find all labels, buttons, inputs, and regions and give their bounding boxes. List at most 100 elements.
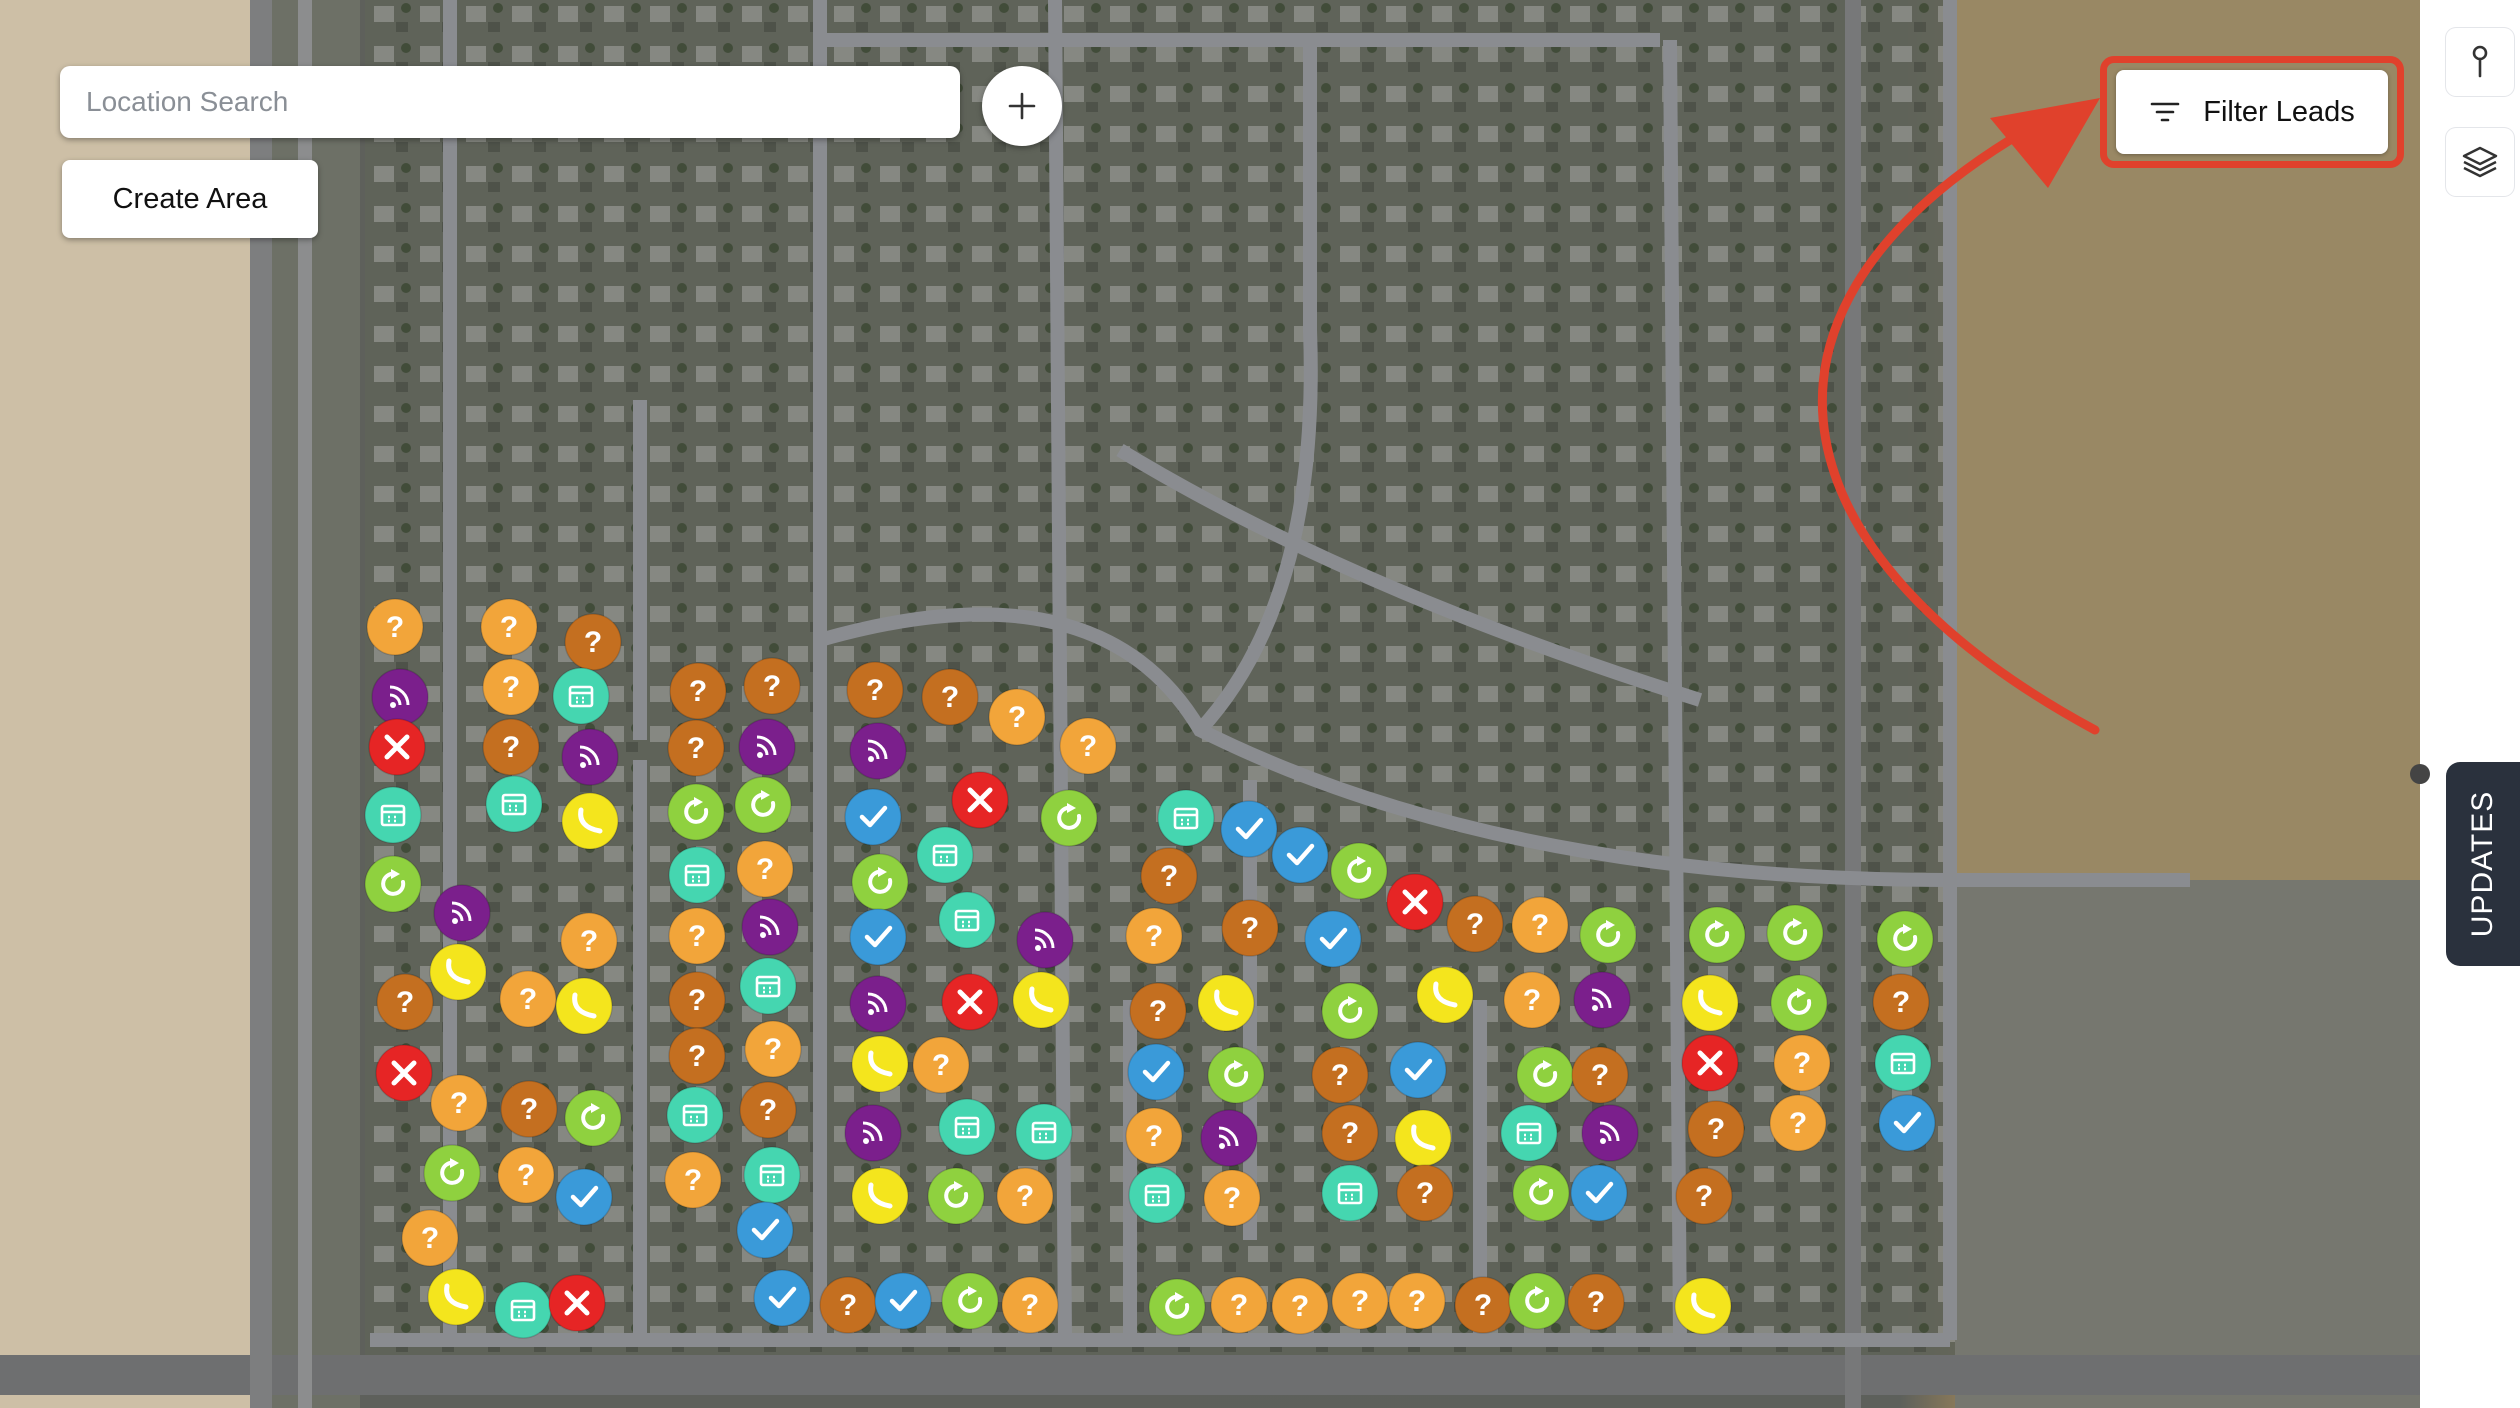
lead-marker-unknown[interactable]: ? bbox=[1388, 1272, 1446, 1330]
lead-marker-unknown-dark[interactable]: ? bbox=[669, 662, 727, 720]
lead-marker-not-home[interactable] bbox=[844, 1104, 902, 1162]
lead-marker-not-home[interactable] bbox=[738, 718, 796, 776]
lead-marker-unknown-dark[interactable]: ? bbox=[500, 1080, 558, 1138]
lead-marker-unknown-dark[interactable]: ? bbox=[1221, 899, 1279, 957]
lead-marker-done[interactable] bbox=[1271, 826, 1329, 884]
lead-marker-callback[interactable] bbox=[927, 1167, 985, 1225]
lead-marker-unknown[interactable]: ? bbox=[1059, 717, 1117, 775]
lead-marker-not-home[interactable] bbox=[741, 898, 799, 956]
lead-marker-done[interactable] bbox=[1878, 1094, 1936, 1152]
lead-marker-appointment[interactable] bbox=[1874, 1034, 1932, 1092]
lead-marker-unknown[interactable]: ? bbox=[736, 840, 794, 898]
lead-marker-unknown[interactable]: ? bbox=[744, 1020, 802, 1078]
lead-marker-unknown[interactable]: ? bbox=[1503, 971, 1561, 1029]
layers-button[interactable] bbox=[2446, 128, 2514, 196]
lead-marker-unknown[interactable]: ? bbox=[1271, 1277, 1329, 1335]
lead-marker-appointment[interactable] bbox=[743, 1146, 801, 1204]
lead-marker-phone[interactable] bbox=[1681, 974, 1739, 1032]
lead-marker-appointment[interactable] bbox=[938, 1098, 996, 1156]
lead-marker-not-home[interactable] bbox=[371, 668, 429, 726]
lead-marker-unknown-dark[interactable]: ? bbox=[846, 661, 904, 719]
lead-marker-phone[interactable] bbox=[555, 977, 613, 1035]
lead-marker-callback[interactable] bbox=[1766, 904, 1824, 962]
lead-marker-unknown-dark[interactable]: ? bbox=[1567, 1273, 1625, 1331]
filter-leads-button[interactable]: Filter Leads bbox=[2116, 70, 2388, 154]
lead-marker-unknown[interactable]: ? bbox=[430, 1074, 488, 1132]
lead-marker-unknown[interactable]: ? bbox=[1125, 1107, 1183, 1165]
lead-marker-unknown-dark[interactable]: ? bbox=[1571, 1046, 1629, 1104]
lead-marker-unknown[interactable]: ? bbox=[401, 1209, 459, 1267]
lead-marker-done[interactable] bbox=[1570, 1164, 1628, 1222]
lead-marker-done[interactable] bbox=[1220, 800, 1278, 858]
lead-marker-appointment[interactable] bbox=[364, 786, 422, 844]
lead-marker-callback[interactable] bbox=[1040, 789, 1098, 847]
lead-marker-callback[interactable] bbox=[1512, 1164, 1570, 1222]
lead-marker-unknown-dark[interactable]: ? bbox=[1446, 895, 1504, 953]
updates-tab[interactable]: UPDATES bbox=[2446, 762, 2520, 966]
lead-marker-appointment[interactable] bbox=[552, 667, 610, 725]
location-search-box[interactable] bbox=[60, 66, 960, 138]
lead-marker-appointment[interactable] bbox=[1500, 1104, 1558, 1162]
lead-marker-unknown-dark[interactable]: ? bbox=[743, 657, 801, 715]
lead-marker-unknown[interactable]: ? bbox=[497, 1146, 555, 1204]
lead-marker-unknown-dark[interactable]: ? bbox=[1396, 1164, 1454, 1222]
lead-marker-callback[interactable] bbox=[1207, 1046, 1265, 1104]
lead-marker-no[interactable] bbox=[375, 1044, 433, 1102]
lead-marker-callback[interactable] bbox=[423, 1144, 481, 1202]
lead-marker-unknown-dark[interactable]: ? bbox=[1872, 973, 1930, 1031]
updates-tab-handle[interactable] bbox=[2410, 764, 2430, 784]
lead-marker-done[interactable] bbox=[736, 1201, 794, 1259]
satellite-map[interactable]: ????????????????????????????????????????… bbox=[0, 0, 2420, 1408]
lead-marker-unknown[interactable]: ? bbox=[1331, 1272, 1389, 1330]
lead-marker-appointment[interactable] bbox=[666, 1086, 724, 1144]
lead-marker-unknown[interactable]: ? bbox=[1203, 1169, 1261, 1227]
lead-marker-phone[interactable] bbox=[1012, 971, 1070, 1029]
lead-marker-done[interactable] bbox=[1389, 1041, 1447, 1099]
lead-marker-unknown-dark[interactable]: ? bbox=[739, 1081, 797, 1139]
lead-marker-unknown-dark[interactable]: ? bbox=[1687, 1100, 1745, 1158]
lead-marker-unknown-dark[interactable]: ? bbox=[921, 668, 979, 726]
lead-marker-not-home[interactable] bbox=[1573, 971, 1631, 1029]
lead-marker-callback[interactable] bbox=[564, 1089, 622, 1147]
lead-marker-unknown[interactable]: ? bbox=[912, 1036, 970, 1094]
lead-marker-callback[interactable] bbox=[851, 853, 909, 911]
lead-marker-unknown-dark[interactable]: ? bbox=[667, 719, 725, 777]
lead-marker-phone[interactable] bbox=[1197, 974, 1255, 1032]
lead-marker-done[interactable] bbox=[844, 788, 902, 846]
lead-marker-not-home[interactable] bbox=[433, 884, 491, 942]
lead-marker-unknown-dark[interactable]: ? bbox=[1140, 847, 1198, 905]
lead-marker-appointment[interactable] bbox=[1015, 1103, 1073, 1161]
lead-marker-callback[interactable] bbox=[1579, 906, 1637, 964]
lead-marker-unknown[interactable]: ? bbox=[1125, 907, 1183, 965]
lead-marker-no[interactable] bbox=[941, 973, 999, 1031]
lead-marker-unknown[interactable]: ? bbox=[1773, 1034, 1831, 1092]
lead-marker-unknown[interactable]: ? bbox=[664, 1151, 722, 1209]
lead-marker-done[interactable] bbox=[874, 1272, 932, 1330]
lead-marker-phone[interactable] bbox=[1394, 1109, 1452, 1167]
lead-marker-not-home[interactable] bbox=[1016, 911, 1074, 969]
lead-marker-unknown[interactable]: ? bbox=[996, 1167, 1054, 1225]
lead-marker-appointment[interactable] bbox=[668, 846, 726, 904]
lead-marker-appointment[interactable] bbox=[1157, 789, 1215, 847]
lead-marker-no[interactable] bbox=[368, 718, 426, 776]
lead-marker-done[interactable] bbox=[1127, 1043, 1185, 1101]
lead-marker-unknown[interactable]: ? bbox=[482, 658, 540, 716]
lead-marker-phone[interactable] bbox=[851, 1167, 909, 1225]
lead-marker-phone[interactable] bbox=[851, 1035, 909, 1093]
lead-marker-unknown[interactable]: ? bbox=[366, 598, 424, 656]
lead-marker-unknown-dark[interactable]: ? bbox=[1675, 1167, 1733, 1225]
lead-marker-unknown[interactable]: ? bbox=[668, 907, 726, 965]
lead-marker-unknown-dark[interactable]: ? bbox=[1321, 1104, 1379, 1162]
lead-marker-callback[interactable] bbox=[667, 783, 725, 841]
lead-marker-unknown[interactable]: ? bbox=[1210, 1276, 1268, 1334]
lead-marker-unknown[interactable]: ? bbox=[1511, 896, 1569, 954]
lead-marker-phone[interactable] bbox=[427, 1268, 485, 1326]
lead-marker-callback[interactable] bbox=[1148, 1278, 1206, 1336]
lead-marker-appointment[interactable] bbox=[938, 891, 996, 949]
create-area-button[interactable]: Create Area bbox=[62, 160, 318, 238]
lead-marker-unknown[interactable]: ? bbox=[1769, 1094, 1827, 1152]
lead-marker-unknown-dark[interactable]: ? bbox=[482, 718, 540, 776]
lead-marker-unknown-dark[interactable]: ? bbox=[376, 973, 434, 1031]
lead-marker-callback[interactable] bbox=[1330, 842, 1388, 900]
lead-marker-unknown-dark[interactable]: ? bbox=[564, 613, 622, 671]
